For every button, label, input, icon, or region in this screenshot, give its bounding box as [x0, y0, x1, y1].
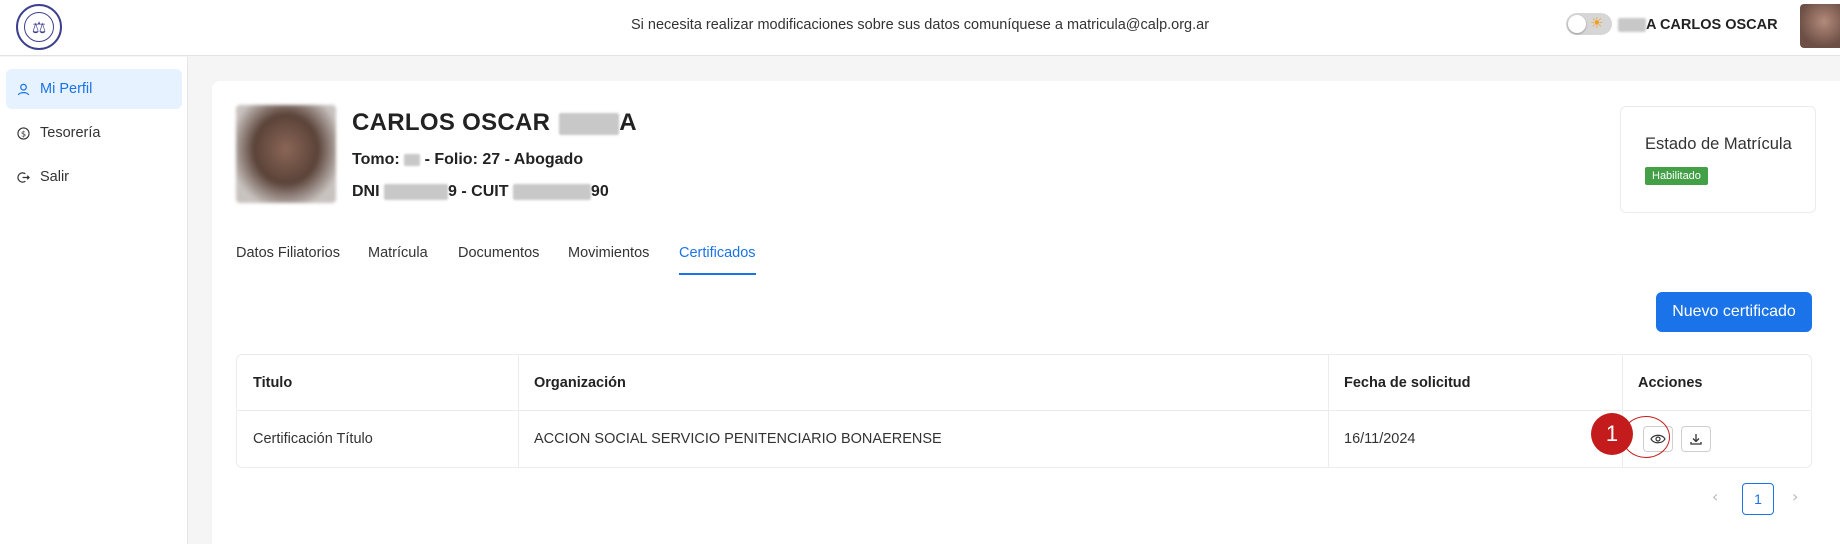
sidebar-item-mi-perfil[interactable]: Mi Perfil	[6, 69, 182, 109]
sidebar-item-label: Mi Perfil	[40, 81, 93, 97]
sidebar-item-salir[interactable]: Salir	[6, 157, 182, 197]
folio-text: - Folio: 27 - Abogado	[424, 151, 584, 168]
redacted-dni	[384, 183, 449, 200]
tab-certificados[interactable]: Certificados	[679, 245, 756, 275]
avatar[interactable]	[1800, 4, 1840, 48]
profile-name-suffix: A	[619, 109, 637, 136]
tomo-folio-line: Tomo: - Folio: 27 - Abogado	[352, 151, 583, 169]
user-icon	[16, 82, 30, 96]
sun-icon: ☀	[1590, 14, 1604, 32]
dni-cuit-line: DNI 9 - CUIT 90	[352, 183, 609, 201]
sidebar-item-tesoreria[interactable]: $ Tesorería	[6, 113, 182, 153]
profile-photo	[236, 105, 336, 203]
chevron-left-icon[interactable]: ‹	[1712, 487, 1718, 506]
header-acciones: Acciones	[1638, 375, 1703, 391]
theme-toggle[interactable]: ☀	[1566, 13, 1612, 35]
cuit-suffix: 90	[590, 183, 609, 200]
toggle-knob	[1568, 15, 1586, 33]
chevron-right-icon[interactable]: ›	[1792, 487, 1798, 506]
redacted-cuit	[512, 183, 591, 200]
contact-notice: Si necesita realizar modificaciones sobr…	[630, 17, 1210, 33]
dni-suffix: 9 - CUIT	[448, 183, 509, 200]
redacted-surname	[559, 112, 620, 135]
pagination-page-1[interactable]: 1	[1742, 483, 1774, 515]
status-badge: Habilitado	[1645, 167, 1708, 185]
sidebar: Mi Perfil $ Tesorería Salir	[0, 57, 188, 544]
certificates-table: Titulo Organización Fecha de solicitud A…	[236, 354, 1812, 468]
sidebar-item-label: Tesorería	[40, 125, 101, 141]
tab-documentos[interactable]: Documentos	[458, 245, 539, 275]
redacted-surname	[1618, 18, 1646, 33]
download-icon	[1690, 434, 1702, 445]
download-button[interactable]	[1681, 426, 1711, 452]
profile-name-text: CARLOS OSCAR	[352, 109, 551, 136]
sidebar-item-label: Salir	[40, 169, 70, 185]
user-name[interactable]: A CARLOS OSCAR	[1618, 17, 1778, 33]
status-title: Estado de Matrícula	[1645, 135, 1792, 153]
status-box: Estado de Matrícula Habilitado	[1620, 106, 1816, 213]
tab-matricula[interactable]: Matrícula	[368, 245, 428, 275]
cell-titulo: Certificación Título	[253, 431, 373, 447]
header-fecha: Fecha de solicitud	[1344, 375, 1471, 391]
profile-name: CARLOS OSCAR A	[352, 109, 637, 137]
header-organizacion: Organización	[534, 375, 626, 391]
tab-movimientos[interactable]: Movimientos	[568, 245, 649, 275]
redacted-tomo	[404, 153, 421, 166]
tomo-label: Tomo:	[352, 151, 400, 168]
profile-card: CARLOS OSCAR A Tomo: - Folio: 27 - Aboga…	[212, 81, 1840, 544]
dollar-circle-icon: $	[16, 126, 30, 140]
top-bar: ⚖ Si necesita realizar modificaciones so…	[0, 0, 1840, 56]
dni-label: DNI	[352, 183, 380, 200]
annotation-marker: 1	[1591, 413, 1633, 455]
user-name-text: A CARLOS OSCAR	[1646, 17, 1778, 33]
logout-icon	[16, 170, 30, 184]
table-header: Titulo Organización Fecha de solicitud A…	[237, 355, 1811, 411]
new-certificate-button[interactable]: Nuevo certificado	[1656, 292, 1812, 332]
svg-text:$: $	[20, 128, 25, 138]
header-titulo: Titulo	[253, 375, 293, 391]
cell-organizacion: ACCION SOCIAL SERVICIO PENITENCIARIO BON…	[534, 431, 942, 447]
tab-datos-filiatorios[interactable]: Datos Filiatorios	[236, 245, 340, 275]
cell-fecha: 16/11/2024	[1344, 431, 1416, 447]
table-row: Certificación Título ACCION SOCIAL SERVI…	[237, 411, 1811, 467]
